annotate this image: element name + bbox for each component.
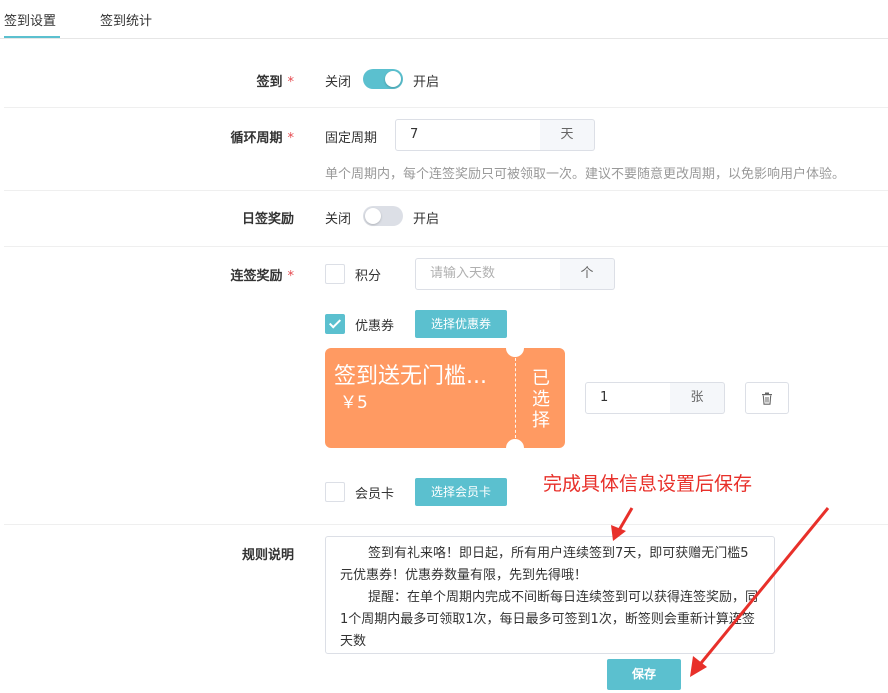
rules-textarea[interactable]: 签到有礼来咯！即日起，所有用户连续签到7天，即可获赠无门槛5元优惠券！优惠券数量…	[325, 536, 775, 654]
select-member-card-button[interactable]: 选择会员卡	[415, 478, 507, 506]
daily-on-text: 开启	[413, 212, 440, 227]
signin-on-text: 开启	[413, 75, 440, 90]
coupon-divider	[515, 358, 516, 438]
divider	[4, 190, 888, 191]
delete-coupon-button[interactable]	[745, 382, 789, 414]
rules-label: 规则说明	[241, 548, 294, 563]
tab-bar: 签到设置 签到统计	[0, 0, 888, 39]
divider	[4, 107, 888, 108]
coupon-notch-top	[506, 348, 524, 357]
points-unit-addon: 个	[560, 258, 615, 290]
member-card-checkbox[interactable]	[325, 482, 345, 502]
cycle-unit-addon: 天	[540, 119, 595, 151]
coupon-selected-status: 已选择	[532, 368, 550, 431]
active-tab-indicator	[4, 36, 60, 38]
toggle-knob	[385, 71, 401, 87]
points-label: 积分	[355, 269, 382, 284]
daily-reward-label: 日签奖励	[241, 212, 294, 227]
coupon-label: 优惠券	[355, 319, 395, 334]
divider	[4, 246, 888, 247]
cycle-days-input[interactable]: 7	[395, 119, 541, 151]
member-card-label: 会员卡	[355, 487, 395, 502]
rules-paragraph-1: 签到有礼来咯！即日起，所有用户连续签到7天，即可获赠无门槛5元优惠券！优惠券数量…	[340, 546, 749, 583]
signin-off-text: 关闭	[325, 75, 352, 90]
coupon-quantity-input[interactable]: 1	[585, 382, 671, 414]
cycle-type-text: 固定周期	[325, 131, 378, 146]
trash-icon	[762, 392, 772, 405]
points-checkbox[interactable]	[325, 264, 345, 284]
points-days-input[interactable]: 请输入天数	[415, 258, 561, 290]
coupon-checkbox[interactable]	[325, 314, 345, 334]
cycle-hint: 单个周期内，每个连签奖励只可被领取一次。建议不要随意更改周期，以免影响用户体验。	[325, 167, 846, 182]
daily-off-text: 关闭	[325, 212, 352, 227]
toggle-knob	[365, 208, 381, 224]
signin-toggle[interactable]	[363, 69, 403, 89]
cycle-label: 循环周期 *	[230, 131, 294, 146]
tab-signin-settings[interactable]: 签到设置	[4, 10, 56, 29]
coupon-notch-bottom	[506, 439, 524, 448]
daily-reward-toggle[interactable]	[363, 206, 403, 226]
streak-reward-label: 连签奖励 *	[230, 269, 294, 284]
rules-paragraph-2: 提醒：在单个周期内完成不间断每日连续签到可以获得连签奖励，同1个周期内最多可领取…	[340, 590, 759, 649]
save-button[interactable]: 保存	[607, 659, 681, 690]
coupon-card[interactable]: 签到送无门槛... ￥5 已选择	[325, 348, 565, 448]
annotation-text: 完成具体信息设置后保存	[543, 473, 753, 495]
divider	[4, 524, 888, 525]
select-coupon-button[interactable]: 选择优惠券	[415, 310, 507, 338]
coupon-price: ￥5	[340, 393, 368, 413]
check-icon	[328, 316, 342, 329]
coupon-title: 签到送无门槛...	[334, 364, 487, 389]
arrow-to-save-head-icon	[690, 656, 707, 677]
arrow-to-rules-icon	[616, 507, 634, 533]
signin-label: 签到 *	[256, 75, 294, 90]
tab-signin-stats[interactable]: 签到统计	[100, 10, 152, 29]
coupon-quantity-unit: 张	[670, 382, 725, 414]
